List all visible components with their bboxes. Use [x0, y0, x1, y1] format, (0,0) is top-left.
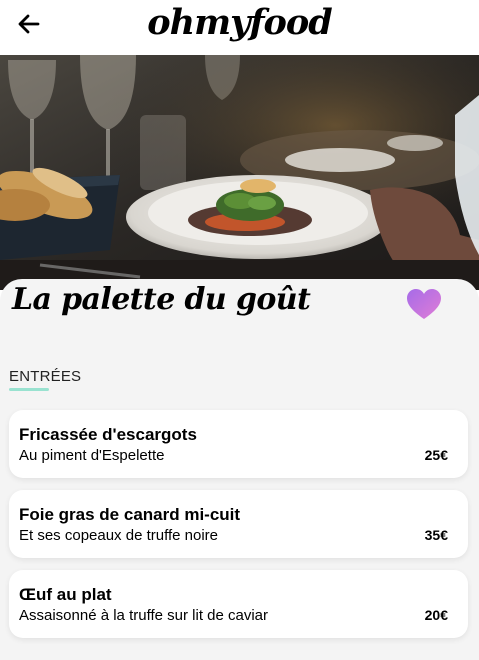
dish-name: Fricassée d'escargots: [19, 425, 197, 444]
dish-name: Œuf au plat: [19, 585, 112, 604]
dish-price: 25€: [424, 447, 448, 463]
dish-price: 20€: [424, 607, 448, 623]
brand-logo[interactable]: ohmyfood: [0, 2, 479, 43]
dish-description: Et ses copeaux de truffe noire: [19, 527, 219, 544]
section-title-entrees: ENTRÉES: [9, 368, 82, 385]
menu-item-card[interactable]: Foie gras de canard mi-cuit Et ses copea…: [9, 490, 468, 558]
section-underline: [9, 388, 49, 391]
restaurant-hero-image: [0, 55, 479, 290]
menu-item-card[interactable]: Œuf au plat Assaisonné à la truffe sur l…: [9, 570, 468, 638]
dish-price: 35€: [424, 527, 448, 543]
heart-icon: [407, 289, 441, 319]
menu-item-card[interactable]: Fricassée d'escargots Au piment d'Espele…: [9, 410, 468, 478]
like-button[interactable]: [406, 288, 442, 321]
restaurant-name: La palette du goût: [12, 282, 311, 317]
dish-description: Assaisonné à la truffe sur lit de caviar: [19, 607, 269, 624]
app-header: ohmyfood: [0, 0, 479, 55]
dish-description: Au piment d'Espelette: [19, 447, 165, 464]
dish-name: Foie gras de canard mi-cuit: [19, 505, 241, 524]
